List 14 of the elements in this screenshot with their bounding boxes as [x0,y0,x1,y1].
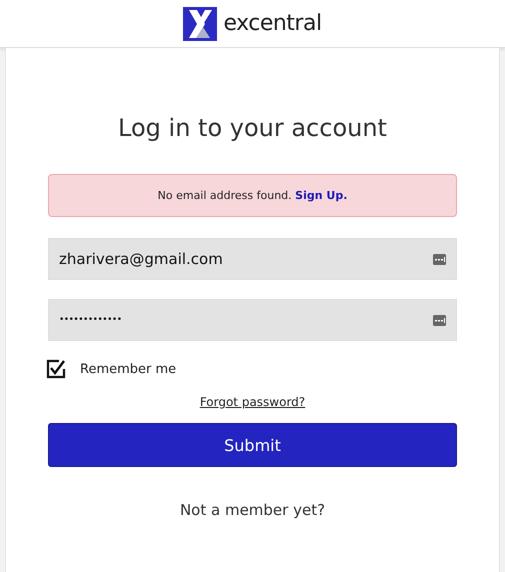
alert-message: No email address found. [158,189,293,202]
email-field[interactable]: zharivera@gmail.com [48,238,457,280]
forgot-password-link[interactable]: Forgot password? [200,395,306,409]
password-field[interactable]: ••••••••••••• [48,299,457,341]
signup-prompt[interactable]: Not a member yet? [180,501,326,519]
submit-button[interactable]: Submit [48,423,457,467]
sign-up-link[interactable]: Sign Up. [295,189,348,202]
remember-label: Remember me [80,362,176,376]
autofill-icon [433,314,446,326]
brand-name: excentral [223,11,322,36]
page-title: Log in to your account [118,114,387,142]
remember-checkbox[interactable] [46,359,66,379]
autofill-icon [433,254,446,264]
logo-icon [183,6,218,40]
